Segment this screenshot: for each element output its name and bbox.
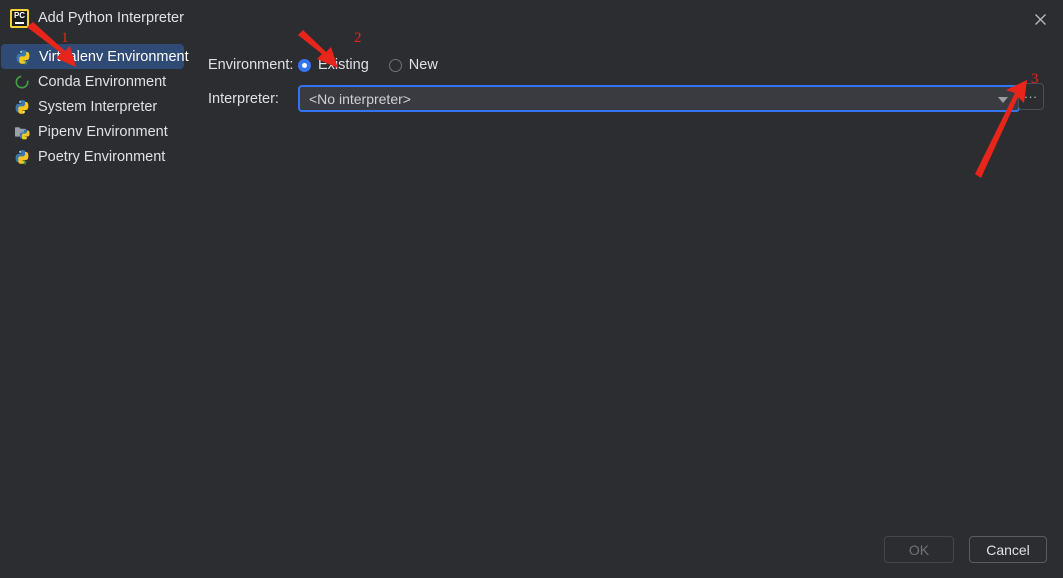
- sidebar-item-label: Poetry Environment: [38, 148, 166, 165]
- environment-row: Environment: Existing New: [208, 57, 458, 73]
- sidebar-item-label: Conda Environment: [38, 73, 167, 90]
- radio-existing-label: Existing: [318, 57, 369, 73]
- sidebar-item-pipenv-environment[interactable]: Pipenv Environment: [0, 119, 200, 144]
- chevron-down-icon[interactable]: [998, 96, 1008, 103]
- interpreter-label: Interpreter:: [208, 90, 279, 107]
- environment-radio-group[interactable]: Existing New: [298, 57, 458, 73]
- sidebar-item-poetry-environment[interactable]: v Poetry Environment: [0, 144, 200, 169]
- radio-existing-indicator[interactable]: [298, 58, 311, 72]
- radio-new[interactable]: New: [388, 57, 438, 73]
- pipenv-folder-icon: [14, 124, 30, 140]
- interpreter-row: Interpreter: <No interpreter>: [208, 85, 1020, 112]
- python-venv-icon: v: [15, 49, 31, 65]
- radio-new-label: New: [408, 57, 438, 73]
- conda-icon: [14, 74, 30, 90]
- ellipsis-icon: ...: [1024, 86, 1038, 101]
- svg-text:v: v: [23, 159, 27, 165]
- sidebar-item-system-interpreter[interactable]: System Interpreter: [0, 94, 200, 119]
- poetry-icon: v: [14, 149, 30, 165]
- dialog-footer: OK Cancel: [0, 523, 1063, 573]
- svg-text:v: v: [24, 59, 28, 65]
- browse-interpreter-button[interactable]: ...: [1018, 83, 1044, 110]
- sidebar-item-label: System Interpreter: [38, 98, 158, 115]
- radio-new-indicator[interactable]: [388, 58, 402, 72]
- sidebar-item-virtualenv-environment[interactable]: v Virtualenv Environment: [1, 44, 189, 69]
- ok-button[interactable]: OK: [884, 536, 954, 563]
- close-button[interactable]: [1023, 4, 1057, 34]
- environment-label: Environment:: [208, 57, 294, 73]
- pycharm-icon: PC: [10, 9, 29, 28]
- radio-existing[interactable]: Existing: [298, 57, 369, 73]
- sidebar-item-conda-environment[interactable]: Conda Environment: [0, 69, 200, 94]
- python-icon: [14, 99, 30, 115]
- interpreter-dropdown[interactable]: <No interpreter>: [298, 85, 1020, 112]
- window-title: Add Python Interpreter: [38, 10, 184, 26]
- pycharm-icon-underline: [15, 22, 24, 24]
- sidebar-item-label: Virtualenv Environment: [39, 48, 189, 65]
- environment-type-list[interactable]: v Virtualenv Environment Conda Environme…: [0, 44, 200, 169]
- interpreter-dropdown-value: <No interpreter>: [309, 90, 411, 107]
- pycharm-icon-text: PC: [13, 11, 26, 20]
- close-icon: [1034, 13, 1046, 25]
- title-bar: PC Add Python Interpreter: [0, 0, 1063, 38]
- cancel-button[interactable]: Cancel: [969, 536, 1047, 563]
- sidebar-item-label: Pipenv Environment: [38, 123, 168, 140]
